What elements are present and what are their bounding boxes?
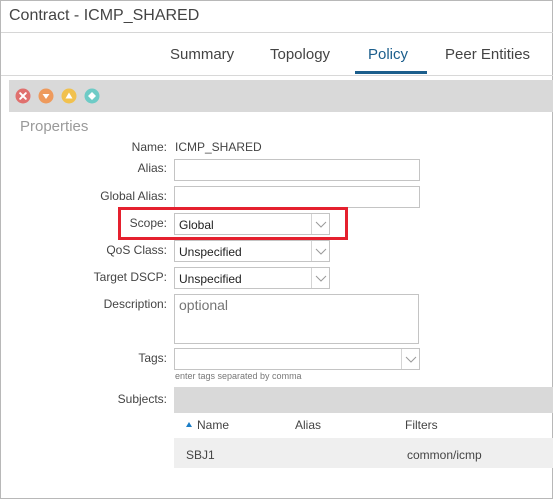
qos-class-label: QoS Class: [106, 243, 167, 257]
target-dscp-select[interactable]: Unspecified [174, 267, 330, 289]
tab-policy[interactable]: Policy [368, 46, 408, 63]
target-dscp-label: Target DSCP: [93, 270, 167, 284]
tab-topology[interactable]: Topology [270, 46, 330, 63]
description-textarea[interactable] [174, 294, 419, 344]
critical-fault-icon[interactable] [15, 88, 31, 104]
chevron-down-icon[interactable] [401, 349, 419, 369]
alias-input[interactable] [174, 159, 420, 181]
qos-class-select[interactable]: Unspecified [174, 240, 330, 262]
contract-window: Contract - ICMP_SHARED Summary Topology … [0, 0, 553, 499]
subject-name-cell: SBJ1 [186, 448, 215, 462]
chevron-down-icon[interactable] [311, 241, 329, 261]
global-alias-label: Global Alias: [100, 189, 167, 203]
alias-label: Alias: [137, 161, 167, 175]
description-label: Description: [103, 297, 167, 311]
active-tab-indicator [355, 71, 427, 74]
name-label: Name: [131, 140, 167, 154]
global-alias-input[interactable] [174, 186, 420, 208]
subject-filters-cell: common/icmp [407, 448, 482, 462]
tags-label: Tags: [138, 351, 167, 365]
name-value: ICMP_SHARED [175, 140, 262, 154]
target-dscp-selected-value: Unspecified [179, 272, 242, 286]
fault-toolbar [9, 80, 553, 112]
column-header-name[interactable]: Name [197, 418, 229, 432]
qos-class-selected-value: Unspecified [179, 245, 242, 259]
subjects-toolbar [174, 387, 553, 413]
warning-fault-icon[interactable] [84, 88, 100, 104]
column-header-alias[interactable]: Alias [295, 418, 321, 432]
tab-bar: Summary Topology Policy Peer Entities [1, 32, 553, 76]
minor-fault-icon[interactable] [61, 88, 77, 104]
table-row[interactable] [174, 438, 553, 468]
major-fault-icon[interactable] [38, 88, 54, 104]
tab-peer-entities[interactable]: Peer Entities [445, 46, 530, 63]
chevron-down-icon[interactable] [311, 268, 329, 288]
properties-heading: Properties [20, 118, 89, 135]
tags-input[interactable] [174, 348, 420, 370]
tags-hint: enter tags separated by comma [175, 371, 302, 381]
window-title: Contract - ICMP_SHARED [9, 7, 200, 24]
tab-summary[interactable]: Summary [170, 46, 234, 63]
sort-ascending-icon[interactable] [186, 422, 192, 427]
scope-highlight-box [118, 207, 348, 240]
column-header-filters[interactable]: Filters [405, 418, 438, 432]
subjects-label: Subjects: [117, 392, 167, 406]
tabs-divider [1, 75, 553, 76]
